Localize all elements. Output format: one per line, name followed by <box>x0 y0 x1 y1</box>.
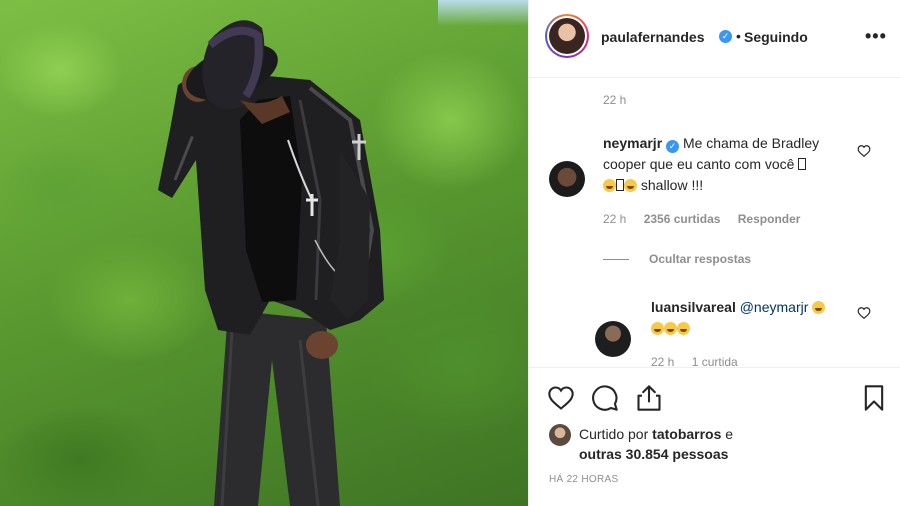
comment-text-line3: shallow !!! <box>640 177 704 193</box>
post-sidebar: paulafernandes ✓ • Seguindo ••• 22 h ney… <box>528 0 900 506</box>
laughing-emoji-icon <box>651 322 664 335</box>
comment-icon[interactable] <box>591 384 619 412</box>
comment-like-heart-icon[interactable] <box>857 144 871 158</box>
post-timestamp[interactable]: HÁ 22 HORAS <box>549 474 618 485</box>
reply-button[interactable]: Responder <box>738 212 801 226</box>
comment-avatar[interactable] <box>549 161 585 197</box>
author-avatar-image <box>549 18 585 54</box>
reply-likes-link[interactable]: 1 curtida <box>692 355 738 367</box>
reply-username[interactable]: luansilvareal <box>651 299 736 315</box>
reply-time: 22 h <box>651 355 675 367</box>
post-photo[interactable] <box>0 0 528 506</box>
person-figure <box>158 20 384 506</box>
heart-icon[interactable] <box>547 384 575 412</box>
caption-time: 22 h <box>603 93 627 107</box>
comment-meta: 22 h 2356 curtidas Responder <box>603 212 814 226</box>
reply-meta: 22 h 1 curtida <box>651 355 752 367</box>
replies-divider <box>603 259 629 260</box>
comment-body: neymarjr ✓ Me chama de Bradley cooper qu… <box>603 133 839 196</box>
comment-text-line1: Me chama de Bradley <box>682 135 820 151</box>
post-actions: Curtido por tatobarros e outras 30.854 p… <box>529 367 900 506</box>
reply-body: luansilvareal @neymarjr <box>651 297 831 339</box>
comment-username[interactable]: neymarjr <box>603 135 662 151</box>
laughing-emoji-icon <box>677 322 690 335</box>
more-options-icon[interactable]: ••• <box>865 26 887 47</box>
laughing-emoji-icon <box>624 179 637 192</box>
author-avatar[interactable] <box>545 14 589 58</box>
unrendered-glyph-icon <box>616 179 624 191</box>
share-icon[interactable] <box>635 384 663 412</box>
verified-badge-icon: ✓ <box>719 30 732 43</box>
laughing-emoji-icon <box>812 301 826 314</box>
likes-and: e <box>725 426 734 442</box>
comment-text-line2: cooper que eu canto com você <box>603 156 795 172</box>
likes-others-link[interactable]: outras 30.854 pessoas <box>579 446 728 462</box>
liker-avatar[interactable] <box>549 424 571 446</box>
reply-avatar[interactable] <box>595 321 631 357</box>
post-header: paulafernandes ✓ • Seguindo ••• <box>529 0 900 78</box>
hide-replies-button[interactable]: Ocultar respostas <box>649 252 751 266</box>
separator-dot: • <box>736 28 741 44</box>
likes-prefix: Curtido por <box>579 426 649 442</box>
bookmark-icon[interactable] <box>860 384 888 412</box>
comments-list[interactable]: 22 h neymarjr ✓ Me chama de Bradley coop… <box>529 79 900 367</box>
reply-mention-link[interactable]: @neymarjr <box>740 299 809 315</box>
reply-like-heart-icon[interactable] <box>857 306 871 320</box>
likes-summary: Curtido por tatobarros e outras 30.854 p… <box>579 424 819 464</box>
laughing-emoji-icon <box>603 179 616 192</box>
comment-time: 22 h <box>603 212 627 226</box>
follow-status-button[interactable]: Seguindo <box>744 29 808 45</box>
author-username[interactable]: paulafernandes <box>601 29 704 45</box>
laughing-emoji-icon <box>664 322 677 335</box>
liker-username[interactable]: tatobarros <box>652 426 721 442</box>
comment-likes-link[interactable]: 2356 curtidas <box>644 212 721 226</box>
unrendered-glyph-icon <box>798 158 807 170</box>
verified-badge-icon: ✓ <box>666 140 680 153</box>
